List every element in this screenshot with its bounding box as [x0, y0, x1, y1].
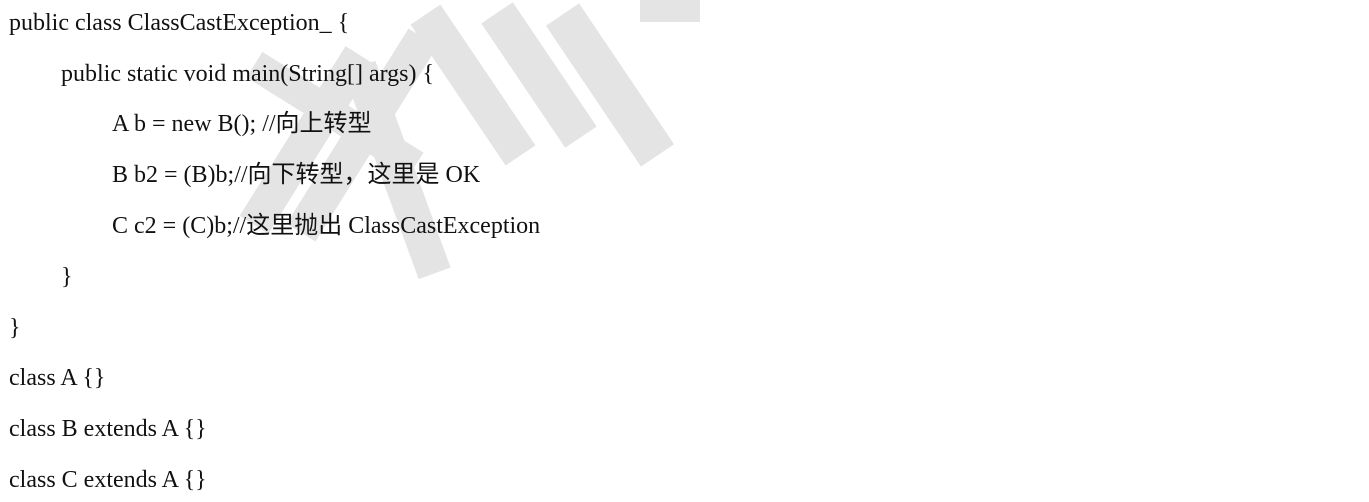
- code-line-class-c: class C extends A {}: [9, 467, 207, 493]
- code-line-downcast-ok: B b2 = (B)b;//向下转型，这里是 OK: [112, 162, 481, 188]
- code-line-upcast: A b = new B(); //向上转型: [112, 111, 372, 137]
- code-line-close-method: }: [61, 264, 73, 290]
- code-line-close-class: }: [9, 315, 21, 341]
- code-line-class-declaration: public class ClassCastException_ {: [9, 10, 350, 36]
- code-line-class-a: class A {}: [9, 365, 106, 391]
- code-line-class-b: class B extends A {}: [9, 416, 207, 442]
- code-line-main-method: public static void main(String[] args) {: [61, 61, 435, 87]
- code-line-downcast-exception: C c2 = (C)b;//这里抛出 ClassCastException: [112, 213, 541, 239]
- document-page: public class ClassCastException_ { publi…: [0, 0, 1369, 502]
